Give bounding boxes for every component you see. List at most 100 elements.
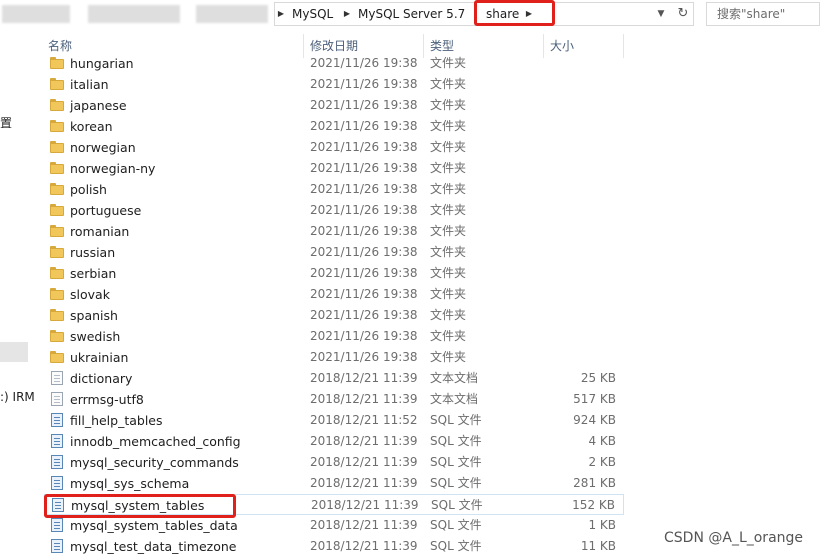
search-input[interactable]: 搜索"share" [706, 2, 820, 26]
file-date: 2018/12/21 11:39 [310, 539, 418, 553]
file-type: SQL 文件 [430, 476, 482, 490]
folder-icon [50, 287, 64, 301]
folder-icon [50, 77, 64, 91]
folder-icon [50, 56, 64, 70]
file-date: 2021/11/26 19:38 [310, 56, 418, 70]
address-bar: ▶ MySQL ▶ MySQL Server 5.7 share ▶ ▼ ↻ 搜… [0, 0, 820, 28]
file-row[interactable]: romanian 2021/11/26 19:38 文件夹 [44, 221, 624, 242]
share-highlight-box [474, 0, 555, 26]
file-type: 文件夹 [430, 308, 467, 322]
file-row[interactable]: japanese 2021/11/26 19:38 文件夹 [44, 95, 624, 116]
file-type: SQL 文件 [430, 413, 482, 427]
file-date: 2021/11/26 19:38 [310, 308, 418, 322]
file-name: romanian [70, 224, 130, 239]
file-type: 文件夹 [430, 140, 467, 154]
nav-fragment[interactable]: :) IRM [0, 390, 35, 404]
file-date: 2021/11/26 19:38 [310, 182, 418, 196]
folder-icon [50, 224, 64, 238]
file-row[interactable]: russian 2021/11/26 19:38 文件夹 [44, 242, 624, 263]
file-row[interactable]: fill_help_tables 2018/12/21 11:52 SQL 文件 92… [44, 410, 624, 431]
file-row[interactable]: polish 2021/11/26 19:38 文件夹 [44, 179, 624, 200]
file-row[interactable]: errmsg-utf8 2018/12/21 11:39 文本文档 517 KB [44, 389, 624, 410]
file-row[interactable]: mysql_sys_schema 2018/12/21 11:39 SQL 文件 28… [44, 473, 624, 494]
file-date: 2021/11/26 19:38 [310, 350, 418, 364]
file-row[interactable]: hungarian 2021/11/26 19:38 文件夹 [44, 53, 624, 74]
file-date: 2018/12/21 11:39 [310, 476, 418, 490]
breadcrumb-mysql[interactable]: MySQL [292, 6, 333, 22]
nav-selected-item[interactable] [0, 342, 28, 362]
file-date: 2018/12/21 11:39 [310, 455, 418, 469]
search-placeholder: 搜索"share" [717, 7, 786, 21]
file-name: mysql_system_tables_data [70, 518, 238, 533]
file-type: 文件夹 [430, 266, 467, 280]
file-type: 文件夹 [430, 77, 467, 91]
file-date: 2018/12/21 11:39 [310, 371, 418, 385]
file-name: norwegian-ny [70, 161, 156, 176]
file-type: 文件夹 [430, 287, 467, 301]
file-row[interactable]: italian 2021/11/26 19:38 文件夹 [44, 74, 624, 95]
file-row[interactable]: ukrainian 2021/11/26 19:38 文件夹 [44, 347, 624, 368]
file-date: 2021/11/26 19:38 [310, 329, 418, 343]
file-date: 2018/12/21 11:39 [310, 518, 418, 532]
file-date: 2021/11/26 19:38 [310, 224, 418, 238]
file-name: hungarian [70, 56, 134, 71]
file-date: 2021/11/26 19:38 [310, 161, 418, 175]
file-row[interactable]: dictionary 2018/12/21 11:39 文本文档 25 KB [44, 368, 624, 389]
file-row[interactable]: slovak 2021/11/26 19:38 文件夹 [44, 284, 624, 305]
text-file-icon [50, 371, 64, 385]
breadcrumb-separator-icon[interactable]: ▶ [276, 6, 286, 22]
file-type: 文件夹 [430, 98, 467, 112]
file-type: 文件夹 [430, 119, 467, 133]
file-date: 2021/11/26 19:38 [310, 203, 418, 217]
file-type: 文件夹 [430, 224, 467, 238]
folder-icon [50, 245, 64, 259]
file-date: 2018/12/21 11:39 [311, 498, 419, 512]
file-name: mysql_security_commands [70, 455, 239, 470]
file-type: SQL 文件 [430, 518, 482, 532]
file-row[interactable]: spanish 2021/11/26 19:38 文件夹 [44, 305, 624, 326]
file-type: SQL 文件 [430, 434, 482, 448]
file-date: 2021/11/26 19:38 [310, 266, 418, 280]
file-name: fill_help_tables [70, 413, 163, 428]
file-row[interactable]: mysql_system_tables_data 2018/12/21 11:39… [44, 515, 624, 536]
blurred-region [88, 5, 180, 23]
folder-icon [50, 140, 64, 154]
folder-icon [50, 182, 64, 196]
file-name: norwegian [70, 140, 136, 155]
file-name: italian [70, 77, 109, 92]
file-date: 2021/11/26 19:38 [310, 98, 418, 112]
nav-fragment[interactable]: 置 [0, 114, 12, 131]
file-row[interactable]: serbian 2021/11/26 19:38 文件夹 [44, 263, 624, 284]
file-type: 文本文档 [430, 392, 479, 406]
file-size: 11 KB [580, 539, 616, 553]
refresh-icon[interactable]: ↻ [674, 5, 692, 23]
file-size: 4 KB [588, 434, 616, 448]
breadcrumb-mysql-server[interactable]: MySQL Server 5.7 [358, 6, 465, 22]
file-size: 152 KB [572, 498, 615, 512]
file-name: polish [70, 182, 107, 197]
file-date: 2018/12/21 11:39 [310, 392, 418, 406]
file-type: SQL 文件 [430, 455, 482, 469]
file-row[interactable]: innodb_memcached_config 2018/12/21 11:39 S… [44, 431, 624, 452]
file-row[interactable]: norwegian-ny 2021/11/26 19:38 文件夹 [44, 158, 624, 179]
blurred-region [2, 5, 70, 23]
file-name: portuguese [70, 203, 142, 218]
chevron-down-icon[interactable]: ▼ [654, 6, 668, 22]
file-type: 文件夹 [430, 182, 467, 196]
file-name: serbian [70, 266, 117, 281]
file-row[interactable]: korean 2021/11/26 19:38 文件夹 [44, 116, 624, 137]
file-type: SQL 文件 [430, 539, 482, 553]
file-row[interactable]: mysql_test_data_timezone 2018/12/21 11:39… [44, 536, 624, 557]
file-row[interactable]: swedish 2021/11/26 19:38 文件夹 [44, 326, 624, 347]
breadcrumb-separator-icon[interactable]: ▶ [342, 6, 352, 22]
file-row[interactable]: mysql_security_commands 2018/12/21 11:39 S… [44, 452, 624, 473]
sql-file-icon [50, 455, 64, 469]
file-row[interactable]: norwegian 2021/11/26 19:38 文件夹 [44, 137, 624, 158]
file-date: 2021/11/26 19:38 [310, 119, 418, 133]
sql-file-icon [50, 539, 64, 553]
text-file-icon [50, 392, 64, 406]
file-row[interactable]: portuguese 2021/11/26 19:38 文件夹 [44, 200, 624, 221]
file-type: 文件夹 [430, 350, 467, 364]
folder-icon [50, 308, 64, 322]
file-name: korean [70, 119, 113, 134]
